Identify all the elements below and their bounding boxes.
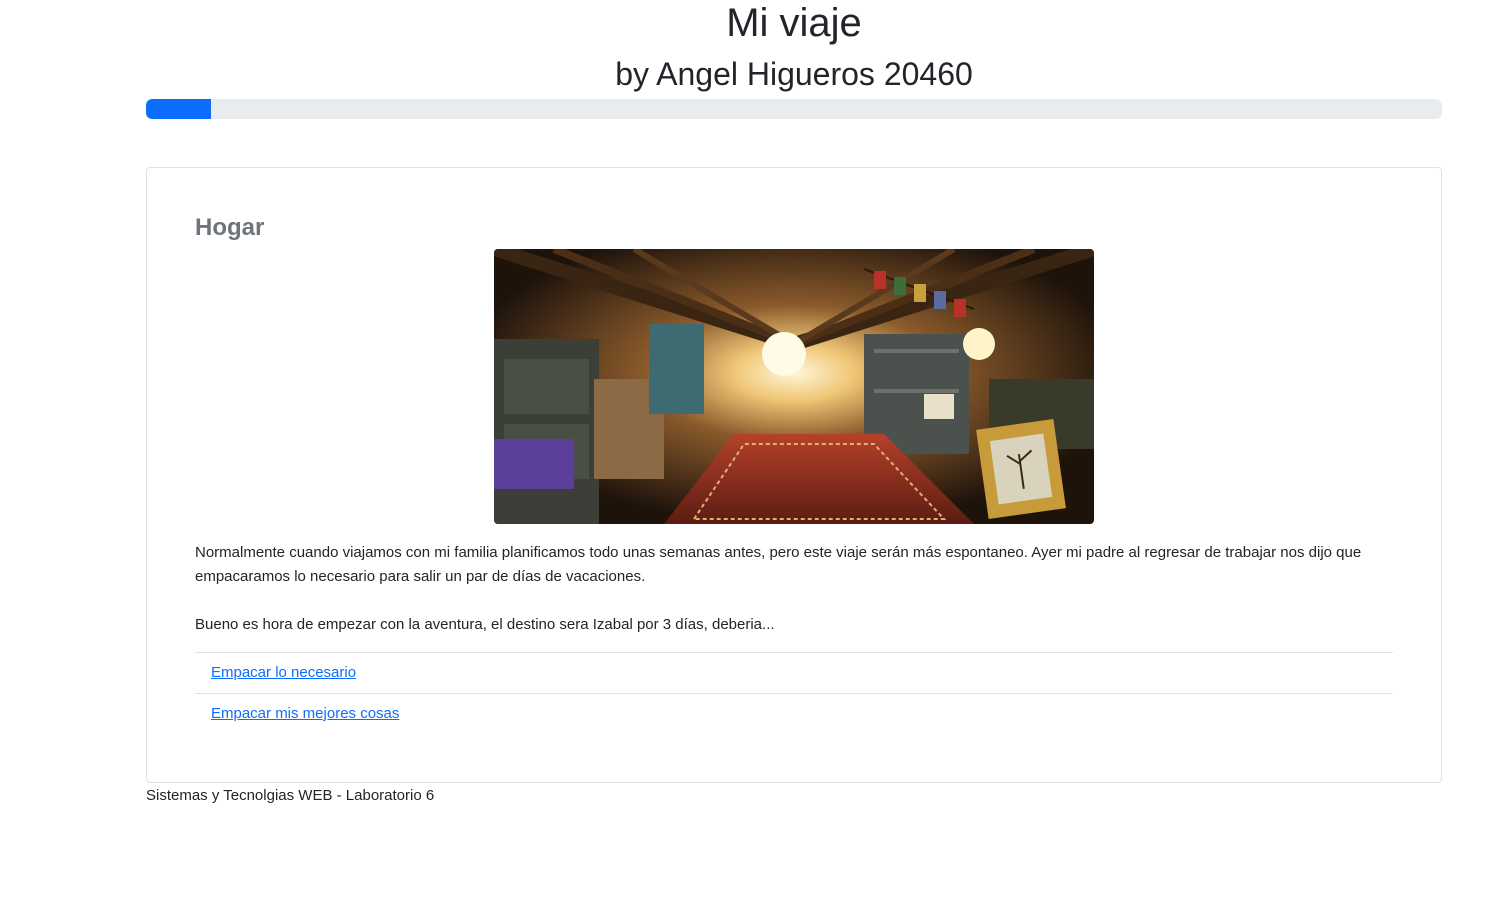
- page: Mi viaje by Angel Higueros 20460 Hogar N…: [0, 0, 1510, 913]
- page-subtitle: by Angel Higueros 20460: [615, 56, 973, 92]
- choice-pack-necessary-link[interactable]: Empacar lo necesario: [211, 664, 356, 681]
- scene-card: Hogar Normalmente cuando viajamos con mi…: [146, 167, 1442, 783]
- progress-bar: [146, 99, 1442, 119]
- scene-paragraph: Normalmente cuando viajamos con mi famil…: [195, 544, 1362, 585]
- attic-room-image: [494, 249, 1094, 524]
- list-item: Empacar lo necesario: [195, 652, 1393, 693]
- list-item: Empacar mis mejores cosas: [195, 693, 1393, 734]
- footer-text: Sistemas y Tecnolgias WEB - Laboratorio …: [146, 787, 435, 804]
- scene-title: Hogar: [195, 214, 265, 241]
- scene-paragraph: Bueno es hora de empezar con la aventura…: [195, 616, 775, 633]
- choice-list: Empacar lo necesario Empacar mis mejores…: [195, 652, 1393, 734]
- choice-pack-best-things-link[interactable]: Empacar mis mejores cosas: [211, 705, 399, 722]
- scene-description: Normalmente cuando viajamos con mi famil…: [195, 541, 1395, 637]
- page-title: Mi viaje: [726, 1, 862, 45]
- progress-bar-fill: [146, 99, 211, 119]
